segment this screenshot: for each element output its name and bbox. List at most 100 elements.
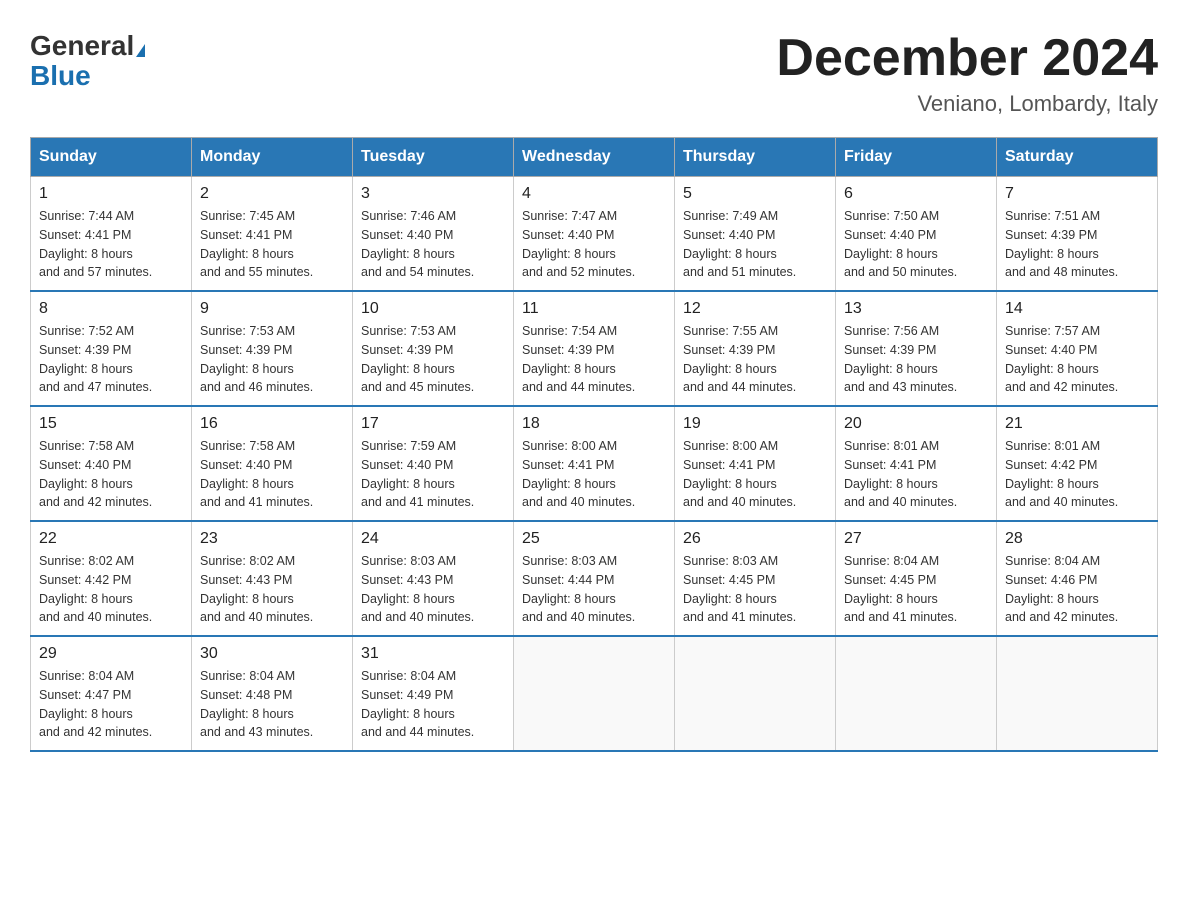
day-info: Sunrise: 7:47 AMSunset: 4:40 PMDaylight:… — [522, 207, 666, 282]
logo-blue-text: Blue — [30, 60, 91, 92]
day-info: Sunrise: 8:04 AMSunset: 4:48 PMDaylight:… — [200, 667, 344, 742]
day-info: Sunrise: 8:00 AMSunset: 4:41 PMDaylight:… — [522, 437, 666, 512]
calendar-cell: 2 Sunrise: 7:45 AMSunset: 4:41 PMDaylight… — [192, 177, 353, 292]
page-header: General Blue December 2024 Veniano, Lomb… — [30, 30, 1158, 117]
calendar-cell: 27Sunrise: 8:04 AMSunset: 4:45 PMDayligh… — [836, 521, 997, 636]
calendar-cell: 1 Sunrise: 7:44 AMSunset: 4:41 PMDaylight… — [31, 177, 192, 292]
day-number: 14 — [1005, 300, 1149, 318]
calendar-cell — [997, 636, 1158, 751]
day-number: 6 — [844, 185, 988, 203]
calendar-cell: 14 Sunrise: 7:57 AMSunset: 4:40 PMDayligh… — [997, 291, 1158, 406]
day-info: Sunrise: 8:00 AMSunset: 4:41 PMDaylight:… — [683, 437, 827, 512]
day-info: Sunrise: 7:58 AMSunset: 4:40 PMDaylight:… — [39, 437, 183, 512]
calendar-cell: 28Sunrise: 8:04 AMSunset: 4:46 PMDayligh… — [997, 521, 1158, 636]
calendar-cell: 5 Sunrise: 7:49 AMSunset: 4:40 PMDaylight… — [675, 177, 836, 292]
calendar-cell: 13 Sunrise: 7:56 AMSunset: 4:39 PMDayligh… — [836, 291, 997, 406]
day-info: Sunrise: 7:50 AMSunset: 4:40 PMDaylight:… — [844, 207, 988, 282]
day-info: Sunrise: 8:01 AMSunset: 4:41 PMDaylight:… — [844, 437, 988, 512]
day-number: 12 — [683, 300, 827, 318]
day-info: Sunrise: 8:02 AMSunset: 4:43 PMDaylight:… — [200, 552, 344, 627]
day-info: Sunrise: 7:45 AMSunset: 4:41 PMDaylight:… — [200, 207, 344, 282]
week-row-1: 1 Sunrise: 7:44 AMSunset: 4:41 PMDaylight… — [31, 177, 1158, 292]
calendar-cell — [675, 636, 836, 751]
week-row-2: 8 Sunrise: 7:52 AMSunset: 4:39 PMDaylight… — [31, 291, 1158, 406]
day-info: Sunrise: 7:55 AMSunset: 4:39 PMDaylight:… — [683, 322, 827, 397]
day-info: Sunrise: 8:04 AMSunset: 4:49 PMDaylight:… — [361, 667, 505, 742]
calendar-cell: 10 Sunrise: 7:53 AMSunset: 4:39 PMDayligh… — [353, 291, 514, 406]
day-info: Sunrise: 8:03 AMSunset: 4:45 PMDaylight:… — [683, 552, 827, 627]
day-info: Sunrise: 7:57 AMSunset: 4:40 PMDaylight:… — [1005, 322, 1149, 397]
header-tuesday: Tuesday — [353, 138, 514, 177]
day-number: 22 — [39, 530, 183, 548]
calendar-cell: 30 Sunrise: 8:04 AMSunset: 4:48 PMDayligh… — [192, 636, 353, 751]
day-info: Sunrise: 7:44 AMSunset: 4:41 PMDaylight:… — [39, 207, 183, 282]
week-row-4: 22 Sunrise: 8:02 AMSunset: 4:42 PMDayligh… — [31, 521, 1158, 636]
day-number: 27 — [844, 530, 988, 548]
logo-general-text: General — [30, 30, 145, 62]
day-number: 5 — [683, 185, 827, 203]
day-number: 25 — [522, 530, 666, 548]
day-info: Sunrise: 8:04 AMSunset: 4:46 PMDaylight:… — [1005, 552, 1149, 627]
day-info: Sunrise: 7:52 AMSunset: 4:39 PMDaylight:… — [39, 322, 183, 397]
day-info: Sunrise: 7:51 AMSunset: 4:39 PMDaylight:… — [1005, 207, 1149, 282]
calendar-cell: 7 Sunrise: 7:51 AMSunset: 4:39 PMDaylight… — [997, 177, 1158, 292]
day-number: 7 — [1005, 185, 1149, 203]
calendar-cell: 18Sunrise: 8:00 AMSunset: 4:41 PMDayligh… — [514, 406, 675, 521]
day-number: 30 — [200, 645, 344, 663]
day-info: Sunrise: 7:58 AMSunset: 4:40 PMDaylight:… — [200, 437, 344, 512]
header-sunday: Sunday — [31, 138, 192, 177]
header-wednesday: Wednesday — [514, 138, 675, 177]
calendar-cell: 26 Sunrise: 8:03 AMSunset: 4:45 PMDayligh… — [675, 521, 836, 636]
month-title: December 2024 — [776, 30, 1158, 87]
calendar-cell: 8 Sunrise: 7:52 AMSunset: 4:39 PMDaylight… — [31, 291, 192, 406]
day-number: 4 — [522, 185, 666, 203]
day-number: 23 — [200, 530, 344, 548]
header-thursday: Thursday — [675, 138, 836, 177]
day-number: 31 — [361, 645, 505, 663]
day-info: Sunrise: 7:53 AMSunset: 4:39 PMDaylight:… — [361, 322, 505, 397]
logo-triangle-icon — [136, 44, 145, 57]
day-number: 1 — [39, 185, 183, 203]
calendar-cell: 19 Sunrise: 8:00 AMSunset: 4:41 PMDayligh… — [675, 406, 836, 521]
calendar-cell: 24Sunrise: 8:03 AMSunset: 4:43 PMDayligh… — [353, 521, 514, 636]
day-number: 9 — [200, 300, 344, 318]
calendar-cell: 12 Sunrise: 7:55 AMSunset: 4:39 PMDayligh… — [675, 291, 836, 406]
day-number: 10 — [361, 300, 505, 318]
calendar-cell: 3Sunrise: 7:46 AMSunset: 4:40 PMDaylight… — [353, 177, 514, 292]
calendar-cell: 20Sunrise: 8:01 AMSunset: 4:41 PMDayligh… — [836, 406, 997, 521]
calendar-cell: 9Sunrise: 7:53 AMSunset: 4:39 PMDaylight… — [192, 291, 353, 406]
day-info: Sunrise: 7:49 AMSunset: 4:40 PMDaylight:… — [683, 207, 827, 282]
calendar-cell: 16Sunrise: 7:58 AMSunset: 4:40 PMDayligh… — [192, 406, 353, 521]
day-info: Sunrise: 8:01 AMSunset: 4:42 PMDaylight:… — [1005, 437, 1149, 512]
day-number: 29 — [39, 645, 183, 663]
day-info: Sunrise: 8:04 AMSunset: 4:47 PMDaylight:… — [39, 667, 183, 742]
day-number: 19 — [683, 415, 827, 433]
location-text: Veniano, Lombardy, Italy — [776, 91, 1158, 117]
calendar-cell: 21 Sunrise: 8:01 AMSunset: 4:42 PMDayligh… — [997, 406, 1158, 521]
calendar-cell: 29 Sunrise: 8:04 AMSunset: 4:47 PMDayligh… — [31, 636, 192, 751]
day-info: Sunrise: 8:02 AMSunset: 4:42 PMDaylight:… — [39, 552, 183, 627]
calendar-cell: 15 Sunrise: 7:58 AMSunset: 4:40 PMDayligh… — [31, 406, 192, 521]
day-number: 11 — [522, 300, 666, 318]
calendar-cell — [514, 636, 675, 751]
day-info: Sunrise: 7:54 AMSunset: 4:39 PMDaylight:… — [522, 322, 666, 397]
calendar-cell: 11 Sunrise: 7:54 AMSunset: 4:39 PMDayligh… — [514, 291, 675, 406]
day-info: Sunrise: 8:03 AMSunset: 4:43 PMDaylight:… — [361, 552, 505, 627]
week-row-3: 15 Sunrise: 7:58 AMSunset: 4:40 PMDayligh… — [31, 406, 1158, 521]
day-number: 15 — [39, 415, 183, 433]
day-info: Sunrise: 7:56 AMSunset: 4:39 PMDaylight:… — [844, 322, 988, 397]
calendar-cell: 6 Sunrise: 7:50 AMSunset: 4:40 PMDaylight… — [836, 177, 997, 292]
title-area: December 2024 Veniano, Lombardy, Italy — [776, 30, 1158, 117]
day-number: 21 — [1005, 415, 1149, 433]
day-number: 8 — [39, 300, 183, 318]
calendar-cell: 4 Sunrise: 7:47 AMSunset: 4:40 PMDaylight… — [514, 177, 675, 292]
header-monday: Monday — [192, 138, 353, 177]
week-row-5: 29 Sunrise: 8:04 AMSunset: 4:47 PMDayligh… — [31, 636, 1158, 751]
calendar-table: SundayMondayTuesdayWednesdayThursdayFrid… — [30, 137, 1158, 752]
day-number: 2 — [200, 185, 344, 203]
header-saturday: Saturday — [997, 138, 1158, 177]
day-number: 26 — [683, 530, 827, 548]
logo: General Blue — [30, 30, 145, 92]
day-number: 13 — [844, 300, 988, 318]
calendar-cell: 31 Sunrise: 8:04 AMSunset: 4:49 PMDayligh… — [353, 636, 514, 751]
